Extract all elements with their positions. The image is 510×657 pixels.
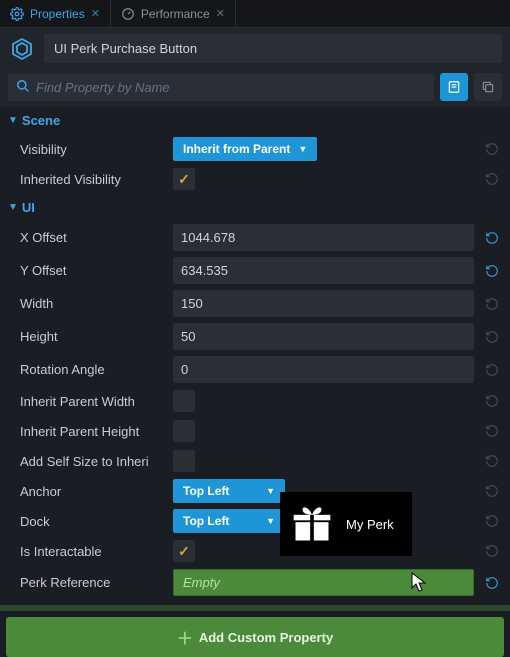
chevron-down-icon: ▼	[266, 516, 275, 526]
inherit-parent-height-checkbox[interactable]	[173, 420, 195, 442]
reset-button[interactable]	[482, 481, 502, 501]
prop-label: Visibility	[20, 142, 165, 157]
dropdown-value: Top Left	[183, 484, 229, 498]
prop-y-offset: Y Offset	[0, 254, 510, 287]
prop-label: Height	[20, 329, 165, 344]
inherited-visibility-checkbox[interactable]	[173, 168, 195, 190]
gift-icon	[290, 502, 334, 546]
section-header-ui[interactable]: ▼ UI	[0, 194, 510, 221]
gauge-icon	[121, 7, 135, 21]
prop-add-self-size: Add Self Size to Inheri	[0, 446, 510, 476]
prop-label: Add Self Size to Inheri	[20, 454, 165, 469]
copy-button[interactable]	[474, 73, 502, 101]
section-title: Scene	[22, 113, 60, 128]
section-header-scene[interactable]: ▼ Scene	[0, 107, 510, 134]
prop-is-interactable: Is Interactable	[0, 536, 510, 566]
reset-button[interactable]	[482, 327, 502, 347]
object-name[interactable]: UI Perk Purchase Button	[44, 34, 502, 63]
prop-label: X Offset	[20, 230, 165, 245]
dock-dropdown[interactable]: Top Left ▼	[173, 509, 285, 533]
prop-label: Dock	[20, 514, 165, 529]
reset-button[interactable]	[482, 541, 502, 561]
anchor-dropdown[interactable]: Top Left ▼	[173, 479, 285, 503]
prop-label: Y Offset	[20, 263, 165, 278]
chevron-down-icon: ▼	[8, 115, 18, 126]
reset-button[interactable]	[482, 228, 502, 248]
reset-button[interactable]	[482, 261, 502, 281]
object-header: UI Perk Purchase Button	[0, 28, 510, 69]
add-custom-property-button[interactable]: ＋ Add Custom Property	[6, 617, 504, 657]
reset-button[interactable]	[482, 169, 502, 189]
prop-label: Inherit Parent Height	[20, 424, 165, 439]
prop-label: Inherited Visibility	[20, 172, 165, 187]
y-offset-input[interactable]	[173, 257, 474, 284]
search-input-wrapper	[8, 74, 434, 101]
prop-label: Is Interactable	[20, 544, 165, 559]
search-icon	[16, 79, 30, 96]
prop-inherit-parent-width: Inherit Parent Width	[0, 386, 510, 416]
filter-button[interactable]	[440, 73, 468, 101]
reset-button[interactable]	[482, 511, 502, 531]
prop-label: Width	[20, 296, 165, 311]
close-icon[interactable]: ✕	[91, 7, 100, 20]
prop-label: Anchor	[20, 484, 165, 499]
prop-width: Width	[0, 287, 510, 320]
rotation-input[interactable]	[173, 356, 474, 383]
section-title: UI	[22, 200, 35, 215]
prop-rotation: Rotation Angle	[0, 353, 510, 386]
button-label: Add Custom Property	[199, 630, 333, 645]
prop-inherited-visibility: Inherited Visibility	[0, 164, 510, 194]
object-icon	[8, 35, 36, 63]
reset-button[interactable]	[482, 139, 502, 159]
prop-x-offset: X Offset	[0, 221, 510, 254]
is-interactable-checkbox[interactable]	[173, 540, 195, 562]
reset-button[interactable]	[482, 360, 502, 380]
prop-perk-reference: Perk Reference Empty	[0, 566, 510, 599]
gear-icon	[10, 7, 24, 21]
chevron-down-icon: ▼	[8, 202, 18, 213]
tab-label: Performance	[141, 7, 210, 21]
dropdown-value: Inherit from Parent	[183, 142, 290, 156]
prop-inherit-parent-height: Inherit Parent Height	[0, 416, 510, 446]
prop-label: Rotation Angle	[20, 362, 165, 377]
tab-label: Properties	[30, 7, 85, 21]
inherit-parent-width-checkbox[interactable]	[173, 390, 195, 412]
height-input[interactable]	[173, 323, 474, 350]
x-offset-input[interactable]	[173, 224, 474, 251]
search-input[interactable]	[36, 80, 426, 95]
chevron-down-icon: ▼	[298, 144, 307, 154]
dropdown-value: Top Left	[183, 514, 229, 528]
close-icon[interactable]: ✕	[216, 7, 225, 20]
perk-reference-field[interactable]: Empty	[173, 569, 474, 596]
reset-button[interactable]	[482, 573, 502, 593]
tab-properties[interactable]: Properties ✕	[0, 0, 111, 27]
prop-dock: Dock Top Left ▼	[0, 506, 510, 536]
reset-button[interactable]	[482, 294, 502, 314]
reset-button[interactable]	[482, 421, 502, 441]
chevron-down-icon: ▼	[266, 486, 275, 496]
tooltip-label: My Perk	[346, 517, 394, 532]
prop-anchor: Anchor Top Left ▼	[0, 476, 510, 506]
visibility-dropdown[interactable]: Inherit from Parent ▼	[173, 137, 317, 161]
tab-performance[interactable]: Performance ✕	[111, 0, 236, 27]
drop-target-bar	[0, 605, 510, 611]
search-row	[0, 69, 510, 107]
add-self-size-checkbox[interactable]	[173, 450, 195, 472]
plus-icon: ＋	[177, 625, 193, 649]
prop-visibility: Visibility Inherit from Parent ▼	[0, 134, 510, 164]
drag-tooltip: My Perk	[280, 492, 412, 556]
reset-button[interactable]	[482, 391, 502, 411]
prop-label: Perk Reference	[20, 575, 165, 590]
width-input[interactable]	[173, 290, 474, 317]
prop-label: Inherit Parent Width	[20, 394, 165, 409]
reset-button[interactable]	[482, 451, 502, 471]
prop-height: Height	[0, 320, 510, 353]
tab-bar: Properties ✕ Performance ✕	[0, 0, 510, 28]
